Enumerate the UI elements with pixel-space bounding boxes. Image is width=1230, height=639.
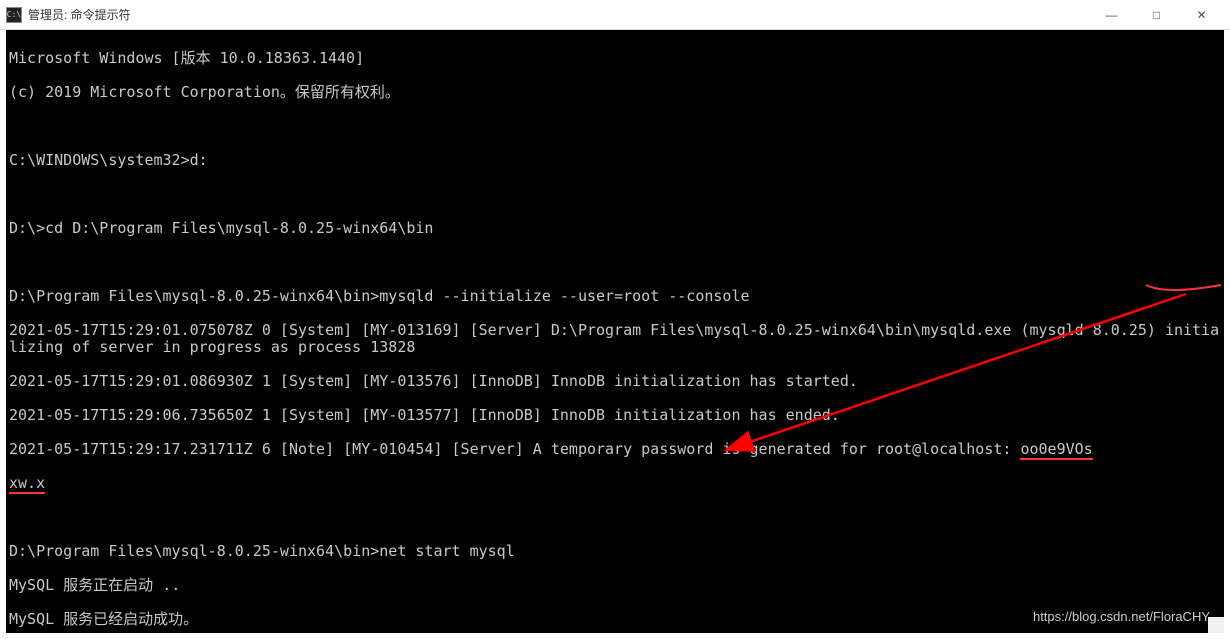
terminal-output[interactable]: Microsoft Windows [版本 10.0.18363.1440] (… xyxy=(0,30,1230,639)
output-line: Microsoft Windows [版本 10.0.18363.1440] xyxy=(9,50,1221,67)
watermark-text: https://blog.csdn.net/FloraCHY xyxy=(1033,608,1210,625)
scrollbar-corner xyxy=(1208,617,1224,633)
output-line: 2021-05-17T15:29:17.231711Z 6 [Note] [MY… xyxy=(9,441,1221,458)
output-line: MySQL 服务正在启动 .. xyxy=(9,577,1221,594)
generated-password-part2: xw.x xyxy=(9,474,45,494)
window-title: 管理员: 命令提示符 xyxy=(28,6,1089,23)
cmd-icon: C:\ xyxy=(6,7,22,23)
minimize-button[interactable]: — xyxy=(1089,1,1134,29)
output-line: D:\>cd D:\Program Files\mysql-8.0.25-win… xyxy=(9,220,1221,237)
output-line: D:\Program Files\mysql-8.0.25-winx64\bin… xyxy=(9,288,1221,305)
output-line: 2021-05-17T15:29:01.086930Z 1 [System] [… xyxy=(9,373,1221,390)
window-titlebar: C:\ 管理员: 命令提示符 — □ ✕ xyxy=(0,0,1230,30)
close-button[interactable]: ✕ xyxy=(1179,1,1224,29)
maximize-button[interactable]: □ xyxy=(1134,1,1179,29)
output-line: xw.x xyxy=(9,475,1221,492)
output-line: (c) 2019 Microsoft Corporation。保留所有权利。 xyxy=(9,84,1221,101)
output-line: 2021-05-17T15:29:01.075078Z 0 [System] [… xyxy=(9,322,1221,356)
output-line: D:\Program Files\mysql-8.0.25-winx64\bin… xyxy=(9,543,1221,560)
window-controls: — □ ✕ xyxy=(1089,1,1224,29)
output-line: C:\WINDOWS\system32>d: xyxy=(9,152,1221,169)
generated-password-part1: oo0e9VOs xyxy=(1020,440,1092,460)
output-line: 2021-05-17T15:29:06.735650Z 1 [System] [… xyxy=(9,407,1221,424)
